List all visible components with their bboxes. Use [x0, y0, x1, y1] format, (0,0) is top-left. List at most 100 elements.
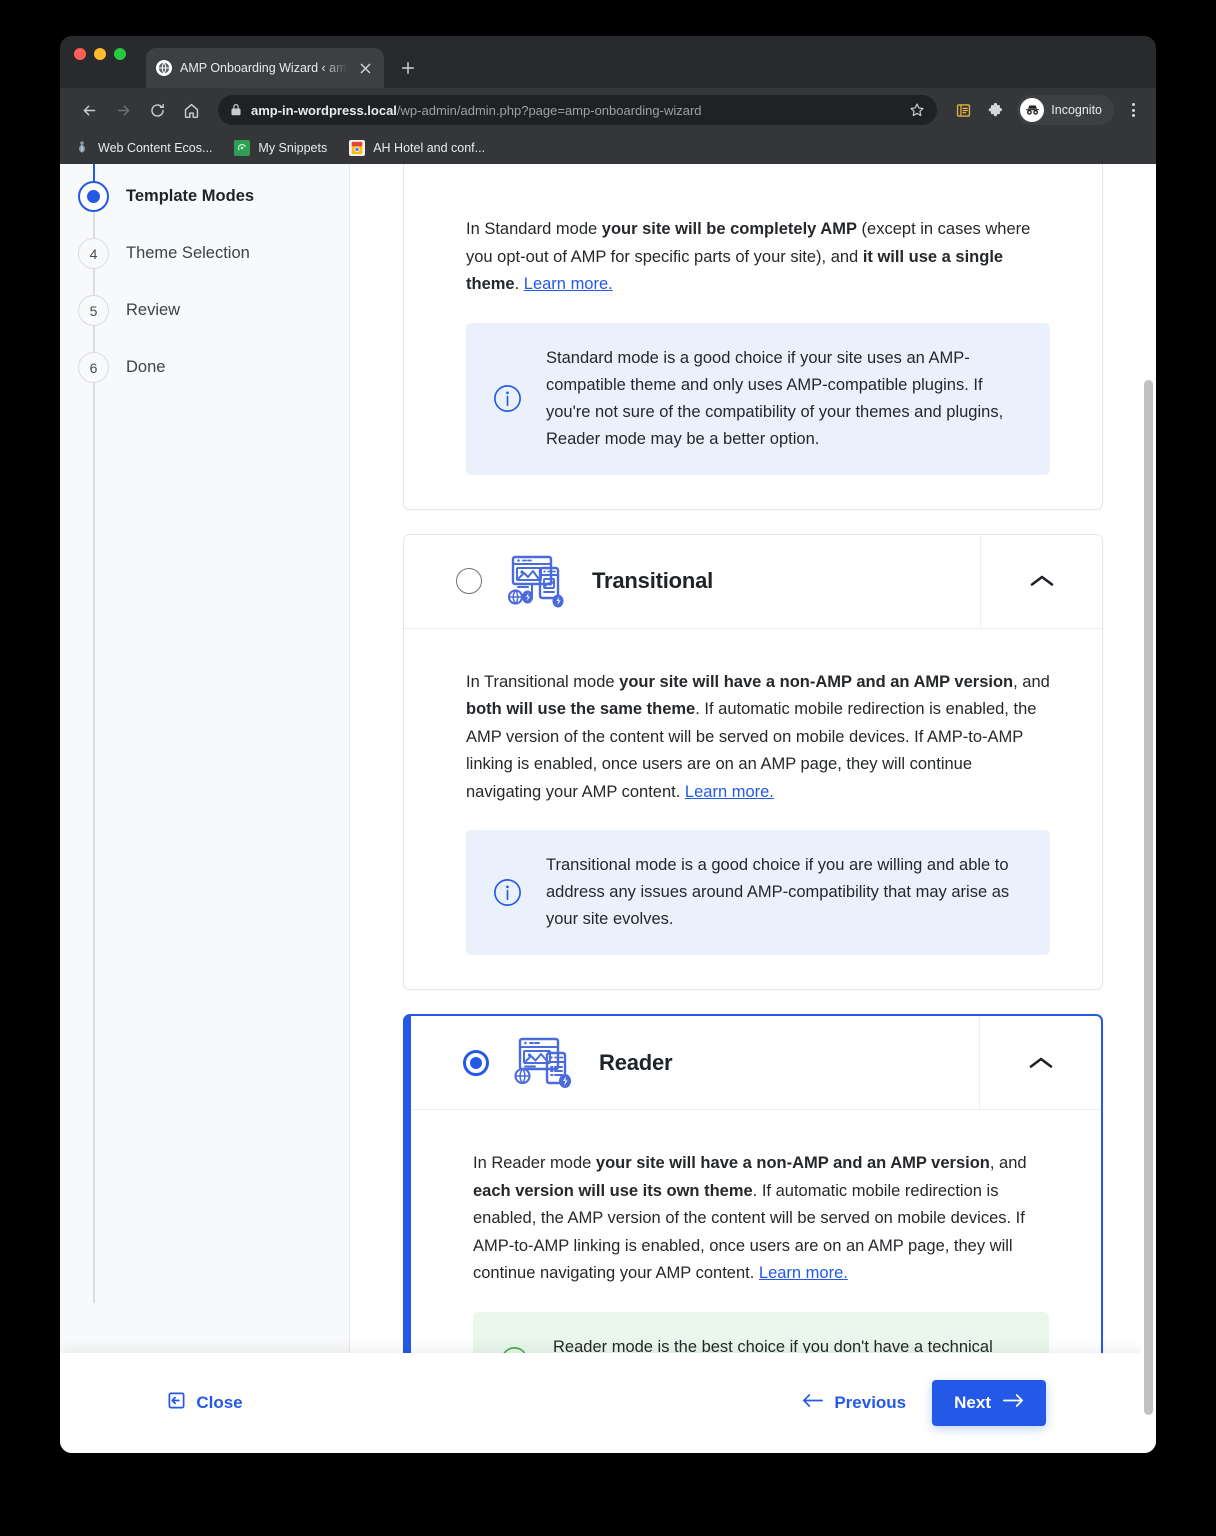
learn-more-link-standard[interactable]: Learn more. [524, 275, 613, 293]
browser-window: AMP Onboarding Wizard ‹ amp amp-in-wordp… [60, 36, 1156, 1453]
back-button[interactable] [74, 95, 104, 125]
sidebar-item-template-modes[interactable]: Template Modes [60, 168, 349, 225]
radio-reader[interactable] [463, 1049, 489, 1076]
previous-button-label: Previous [834, 1393, 907, 1412]
scroll-area[interactable]: In Standard mode your site will be compl… [350, 164, 1156, 1453]
desc-seg: , and [989, 1154, 1027, 1172]
card-header-reader[interactable]: Reader [411, 1016, 1101, 1110]
learn-more-link-transitional[interactable]: Learn more. [685, 783, 774, 801]
desc-seg-bold: both will use the same theme [466, 700, 696, 718]
bookmark-item[interactable]: My Snippets [234, 140, 327, 156]
sidebar-item-review[interactable]: 5 Review [60, 282, 349, 339]
puzzle-icon[interactable] [981, 96, 1009, 124]
google-doc-icon [349, 140, 366, 156]
url-text: amp-in-wordpress.local/wp-admin/admin.ph… [251, 103, 900, 118]
step-label: Done [126, 358, 166, 376]
learn-more-link-reader[interactable]: Learn more. [759, 1264, 848, 1282]
star-icon[interactable] [909, 102, 925, 118]
mode-title-transitional: Transitional [592, 568, 714, 593]
reader-mode-icon [511, 1033, 577, 1093]
card-header-transitional[interactable]: Transitional [404, 534, 1102, 629]
desc-seg: In Transitional mode [466, 672, 620, 691]
tab-title: AMP Onboarding Wizard ‹ amp [180, 61, 348, 75]
wizard-stepper-sidebar: Template Modes 4 Theme Selection 5 Revie… [60, 164, 350, 1453]
url-path: /wp-admin/admin.php?page=amp-onboarding-… [396, 102, 702, 118]
card-header-left[interactable]: Reader [411, 1016, 979, 1109]
sidebar-item-done[interactable]: 6 Done [60, 339, 349, 396]
new-tab-button[interactable] [394, 54, 422, 82]
notice-standard: Standard mode is a good choice if your s… [466, 322, 1050, 475]
footer-left: Close [60, 1391, 350, 1415]
forward-button[interactable] [108, 95, 138, 125]
next-button-label: Next [954, 1393, 991, 1412]
template-mode-card-standard[interactable]: In Standard mode your site will be compl… [403, 164, 1103, 510]
close-icon[interactable] [356, 59, 374, 77]
page-viewport: Template Modes 4 Theme Selection 5 Revie… [60, 164, 1156, 1453]
step-bullet-number: 6 [78, 352, 109, 383]
desc-seg: In Reader mode [473, 1154, 596, 1172]
window-traffic-lights [74, 36, 126, 88]
bookmark-item[interactable]: AH Hotel and conf... [349, 140, 485, 156]
desc-seg: , and [1013, 672, 1050, 691]
step-label: Template Modes [126, 187, 255, 205]
template-mode-list: In Standard mode your site will be compl… [403, 164, 1103, 1453]
template-mode-card-transitional[interactable]: Transitional In Transitional mode your s… [403, 533, 1103, 990]
info-circle-icon [490, 876, 524, 910]
desc-seg: . [514, 275, 524, 293]
step-bullet-number: 4 [78, 238, 109, 269]
reading-list-icon[interactable] [949, 96, 977, 124]
wizard-main-panel: In Standard mode your site will be compl… [350, 164, 1156, 1453]
desc-seg: In Standard mode [466, 220, 602, 238]
bookmark-label: AH Hotel and conf... [373, 141, 486, 155]
card-body-transitional: In Transitional mode your site will have… [404, 629, 1102, 990]
home-button[interactable] [176, 95, 206, 125]
url-domain: amp-in-wordpress.local [251, 102, 397, 118]
close-window-button[interactable] [74, 48, 86, 60]
desc-seg-bold: each version will use its own theme [473, 1181, 753, 1200]
bookmark-label: Web Content Ecos... [98, 141, 213, 155]
radio-transitional[interactable] [456, 568, 482, 594]
bookmarks-bar: Web Content Ecos... My Snippets AH Hotel… [60, 132, 1156, 164]
previous-button[interactable]: Previous [802, 1393, 906, 1413]
kebab-menu-icon[interactable] [1120, 95, 1146, 125]
mode-title-reader: Reader [599, 1049, 673, 1075]
desc-seg-bold: your site will have a non-AMP and an AMP… [619, 672, 1014, 691]
footer-right: Previous Next [350, 1380, 1156, 1426]
close-button-label: Close [196, 1393, 243, 1412]
mode-description-reader: In Reader mode your site will have a non… [473, 1150, 1049, 1288]
bookmark-label: My Snippets [258, 141, 328, 155]
bookmark-item[interactable]: Web Content Ecos... [74, 140, 212, 156]
lock-icon [230, 104, 242, 116]
wizard-footer: Close Previous Next [60, 1353, 1156, 1453]
address-bar[interactable]: amp-in-wordpress.local/wp-admin/admin.ph… [218, 95, 938, 125]
notice-text: Standard mode is a good choice if your s… [546, 348, 1004, 448]
browser-toolbar: amp-in-wordpress.local/wp-admin/admin.ph… [60, 88, 1156, 132]
reload-button[interactable] [142, 95, 172, 125]
browser-tab[interactable]: AMP Onboarding Wizard ‹ amp [146, 48, 384, 88]
collapse-toggle-reader[interactable] [979, 1016, 1101, 1109]
tab-strip: AMP Onboarding Wizard ‹ amp [60, 36, 1156, 88]
desc-seg-bold: your site will be completely AMP [601, 220, 857, 238]
mode-description-standard: In Standard mode your site will be compl… [466, 216, 1050, 299]
maximize-window-button[interactable] [114, 48, 126, 60]
notice-transitional: Transitional mode is a good choice if yo… [466, 830, 1050, 955]
step-bullet-number: 5 [78, 295, 109, 326]
step-bullet-active [78, 181, 109, 212]
arrow-left-icon [802, 1393, 824, 1413]
page-scrollbar[interactable] [1141, 164, 1156, 1453]
incognito-icon [1020, 98, 1045, 122]
globe-icon [156, 60, 172, 76]
sidebar-item-theme-selection[interactable]: 4 Theme Selection [60, 225, 349, 282]
collapse-toggle-transitional[interactable] [980, 534, 1102, 628]
card-header-left[interactable]: Transitional [404, 535, 980, 628]
transitional-mode-icon [504, 551, 570, 611]
profile-button[interactable]: Incognito [1017, 95, 1114, 125]
profile-label: Incognito [1051, 103, 1102, 117]
next-button[interactable]: Next [932, 1380, 1046, 1426]
snippets-icon [234, 140, 251, 156]
close-button[interactable]: Close [167, 1391, 243, 1415]
step-list: Template Modes 4 Theme Selection 5 Revie… [60, 168, 349, 396]
minimize-window-button[interactable] [94, 48, 106, 60]
page-scrollbar-thumb[interactable] [1144, 380, 1153, 1415]
exit-icon [167, 1391, 186, 1415]
